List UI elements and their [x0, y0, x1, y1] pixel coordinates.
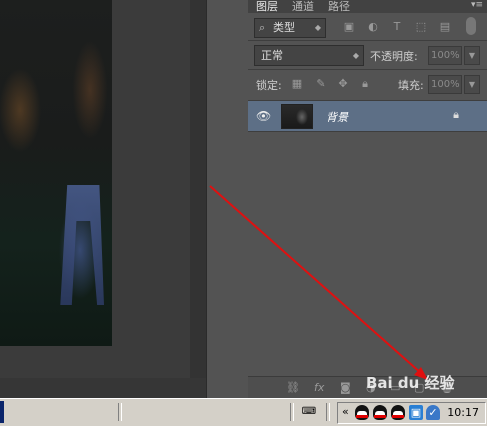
- layer-lock-icon: 🔒︎: [453, 108, 459, 121]
- shield-icon[interactable]: ✓: [426, 405, 440, 420]
- filter-toggle[interactable]: [466, 17, 476, 35]
- canvas-pasteboard-edge: [190, 0, 206, 398]
- baidu-watermark: Bai du 经验: [366, 374, 455, 392]
- mask-icon[interactable]: ◙: [340, 381, 351, 394]
- tab-paths[interactable]: 路径: [328, 0, 350, 13]
- opacity-dropdown-icon[interactable]: ▼: [464, 46, 480, 65]
- layer-row-background[interactable]: 👁︎ 背景 🔒︎: [248, 100, 487, 132]
- layer-filter-kind-select[interactable]: ⌕ 类型 ◆: [254, 18, 326, 38]
- divider: [248, 40, 487, 41]
- lock-label: 锁定:: [256, 79, 282, 92]
- chevron-updown-icon: ◆: [314, 23, 321, 32]
- keyboard-icon[interactable]: ⌨: [300, 403, 318, 421]
- taskbar-separator: [290, 403, 294, 421]
- fill-label: 填充:: [398, 79, 424, 92]
- fx-icon[interactable]: fx: [314, 381, 324, 394]
- lock-position-icon[interactable]: ✥: [337, 78, 349, 90]
- qq-icon[interactable]: [373, 405, 387, 420]
- taskbar-separator: [118, 403, 122, 421]
- blend-mode-select[interactable]: 正常 ◆: [254, 45, 364, 66]
- layer-name[interactable]: 背景: [326, 109, 348, 125]
- chevron-updown-icon: ◆: [352, 51, 359, 60]
- filter-kind-label: 类型: [273, 21, 295, 34]
- fill-dropdown-icon[interactable]: ▼: [464, 75, 480, 94]
- network-icon[interactable]: ▣: [409, 405, 423, 420]
- blend-mode-value: 正常: [261, 49, 283, 62]
- shape-filter-icon[interactable]: ⬚: [415, 21, 427, 33]
- layer-thumbnail: [281, 104, 313, 129]
- panel-tab-bar: 图层 通道 路径 ▾≡: [248, 0, 487, 13]
- panel-menu-icon[interactable]: ▾≡: [471, 0, 483, 10]
- windows-taskbar: ⌨ « ▣ ✓ 10:17: [0, 398, 487, 426]
- divider: [248, 69, 487, 70]
- canvas-pasteboard-bottom: [0, 378, 206, 398]
- image-stool: [60, 185, 104, 305]
- type-filter-icon[interactable]: T: [391, 21, 403, 33]
- system-tray: « ▣ ✓ 10:17: [337, 402, 486, 424]
- document-canvas[interactable]: [0, 0, 206, 398]
- adjustment-filter-icon[interactable]: ◐: [367, 21, 379, 33]
- tray-expand-icon[interactable]: «: [342, 405, 349, 418]
- tab-channels[interactable]: 通道: [292, 0, 314, 13]
- panel-dock-gutter: [206, 0, 250, 398]
- image-filter-icon[interactable]: ▣: [343, 21, 355, 33]
- link-icon[interactable]: ⛓: [286, 381, 300, 394]
- layers-panel: 图层 通道 路径 ▾≡ ⌕ 类型 ◆ ▣ ◐ T ⬚ ▤ 正常 ◆ 不透明度: …: [248, 0, 487, 399]
- opacity-input[interactable]: 100%: [428, 46, 462, 65]
- lock-all-icon[interactable]: 🔒︎: [359, 78, 371, 90]
- lock-image-pixels-icon[interactable]: ✎: [315, 78, 327, 90]
- taskbar-active-button[interactable]: [0, 401, 4, 423]
- smart-object-filter-icon[interactable]: ▤: [439, 21, 451, 33]
- tab-layers[interactable]: 图层: [256, 0, 278, 13]
- taskbar-clock[interactable]: 10:17: [447, 406, 479, 419]
- lock-transparent-pixels-icon[interactable]: ▦: [291, 78, 303, 90]
- document-image: [0, 0, 112, 346]
- search-icon: ⌕: [259, 21, 266, 34]
- opacity-label: 不透明度:: [370, 50, 418, 63]
- eye-icon[interactable]: 👁︎: [256, 109, 271, 123]
- qq-icon[interactable]: [355, 405, 369, 420]
- fill-input[interactable]: 100%: [428, 75, 462, 94]
- taskbar-separator: [326, 403, 330, 421]
- qq-icon[interactable]: [391, 405, 405, 420]
